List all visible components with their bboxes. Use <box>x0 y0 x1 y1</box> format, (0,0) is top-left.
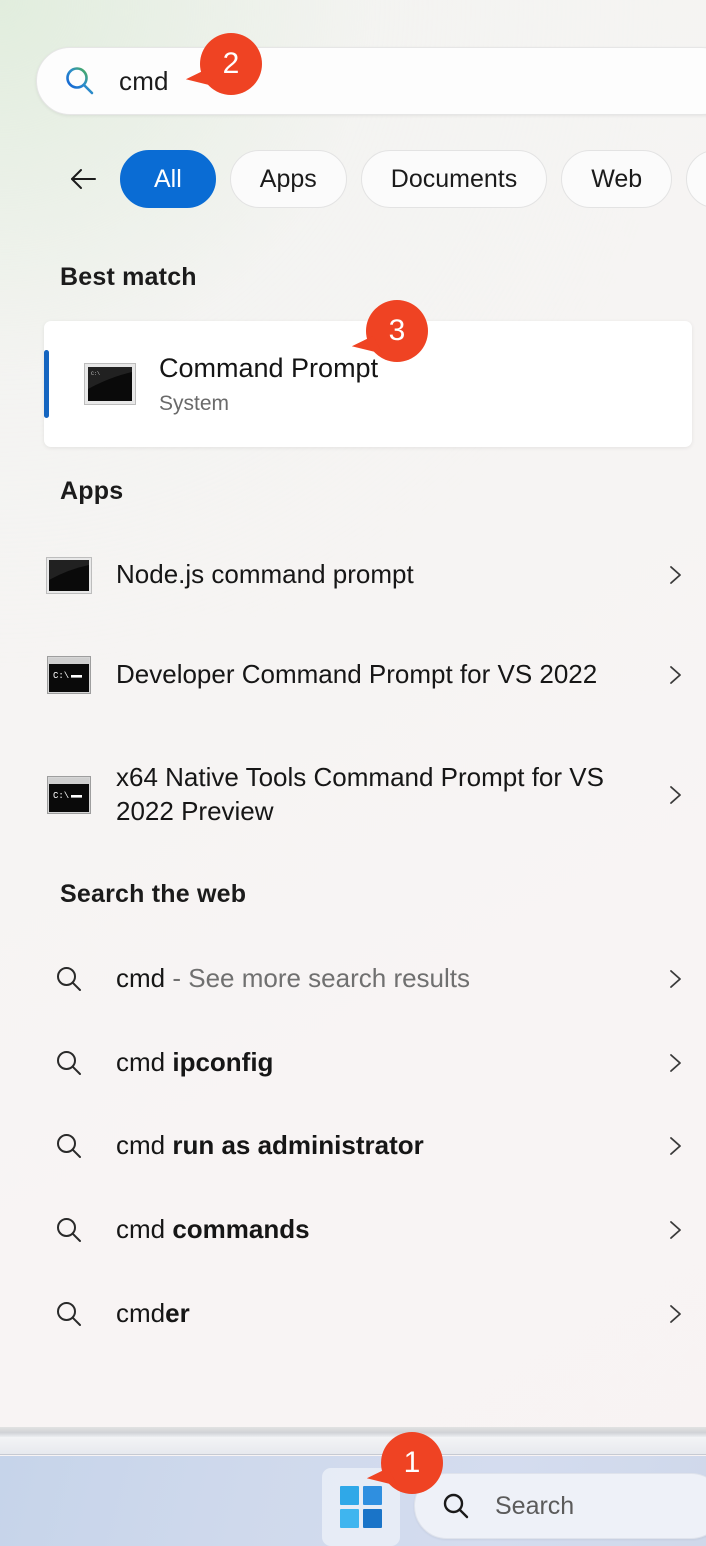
list-item[interactable]: cmder <box>44 1287 692 1341</box>
annotation-badge-2: 2 <box>200 33 262 95</box>
svg-text:C:\: C:\ <box>53 671 69 681</box>
selection-accent-bar <box>44 350 49 418</box>
best-match-title: Command Prompt <box>159 353 379 384</box>
svg-text:C:\: C:\ <box>91 371 100 377</box>
chevron-right-icon[interactable] <box>658 563 692 587</box>
best-match-texts: Command Prompt System <box>159 352 378 416</box>
web-suffix-text: - See more search results <box>165 963 471 994</box>
list-item-label: cmd ipconfig <box>116 1046 658 1080</box>
search-icon <box>44 1048 94 1078</box>
tab-apps[interactable]: Apps <box>229 150 347 208</box>
web-query-text: cmd <box>116 1214 173 1245</box>
list-item[interactable]: cmd - See more search results <box>44 952 692 1006</box>
chevron-right-icon[interactable] <box>658 1218 692 1242</box>
list-item-label: Developer Command Prompt for VS 2022 <box>116 659 598 690</box>
chevron-right-icon[interactable] <box>658 1134 692 1158</box>
list-item[interactable]: Node.js command prompt <box>44 548 692 602</box>
chevron-right-icon[interactable] <box>658 783 692 807</box>
list-item[interactable]: cmd run as administrator <box>44 1119 692 1173</box>
taskbar-search-box[interactable]: Search <box>414 1473 706 1539</box>
command-prompt-icon: C:\ <box>84 363 136 405</box>
back-button[interactable] <box>60 156 106 202</box>
list-item-label: cmd run as administrator <box>116 1129 658 1163</box>
chevron-right-icon[interactable] <box>658 1051 692 1075</box>
web-suffix-text: er <box>165 1298 190 1329</box>
search-icon <box>44 1131 94 1161</box>
list-item[interactable]: C:\ Developer Command Prompt for VS 2022 <box>44 631 692 719</box>
web-suffix-text: run as administrator <box>172 1130 424 1161</box>
desktop-strip <box>0 1437 706 1455</box>
tab-web[interactable]: Web <box>561 150 673 208</box>
list-item[interactable]: C:\ x64 Native Tools Command Prompt for … <box>44 751 692 839</box>
search-flyout: cmd All Apps Documents Web Set Best matc… <box>0 0 706 1427</box>
taskbar-search-placeholder: Search <box>495 1491 575 1520</box>
search-icon <box>441 1491 471 1521</box>
chevron-right-icon[interactable] <box>658 1302 692 1326</box>
list-item-label: cmd - See more search results <box>116 962 658 996</box>
tab-documents[interactable]: Documents <box>360 150 548 208</box>
search-icon <box>44 1215 94 1245</box>
flyout-bottom-edge <box>0 1427 706 1437</box>
search-icon <box>44 964 94 994</box>
vs-console-icon: C:\ <box>44 776 94 814</box>
list-item-label: cmder <box>116 1297 658 1331</box>
filter-tabs: All Apps Documents Web Set <box>0 146 706 212</box>
web-suffix-text: commands <box>172 1214 310 1245</box>
list-item[interactable]: cmd commands <box>44 1203 692 1257</box>
list-item[interactable]: cmd ipconfig <box>44 1036 692 1090</box>
search-the-web-heading: Search the web <box>60 880 247 908</box>
web-query-text: cmd <box>116 1298 166 1329</box>
annotation-badge-1: 1 <box>381 1432 443 1494</box>
apps-heading: Apps <box>60 477 124 505</box>
search-input-value: cmd <box>119 65 169 96</box>
web-query-text: cmd <box>116 963 166 994</box>
command-prompt-icon <box>44 556 94 594</box>
svg-text:C:\: C:\ <box>53 791 69 801</box>
vs-console-icon: C:\ <box>44 656 94 694</box>
annotation-badge-3: 3 <box>366 300 428 362</box>
list-item-label: Node.js command prompt <box>116 559 414 590</box>
best-match-subtitle: System <box>159 391 230 415</box>
search-icon <box>44 1299 94 1329</box>
web-suffix-text: ipconfig <box>172 1047 274 1078</box>
search-icon <box>63 64 97 98</box>
tab-all[interactable]: All <box>120 150 216 208</box>
tab-settings[interactable]: Set <box>686 150 706 208</box>
search-input[interactable]: cmd <box>36 47 706 115</box>
list-item-label: x64 Native Tools Command Prompt for VS 2… <box>116 762 604 826</box>
chevron-right-icon[interactable] <box>658 663 692 687</box>
web-query-text: cmd <box>116 1130 173 1161</box>
web-query-text: cmd <box>116 1047 173 1078</box>
list-item-label: cmd commands <box>116 1213 658 1247</box>
arrow-left-icon <box>71 169 96 189</box>
best-match-heading: Best match <box>60 263 197 291</box>
chevron-right-icon[interactable] <box>658 967 692 991</box>
